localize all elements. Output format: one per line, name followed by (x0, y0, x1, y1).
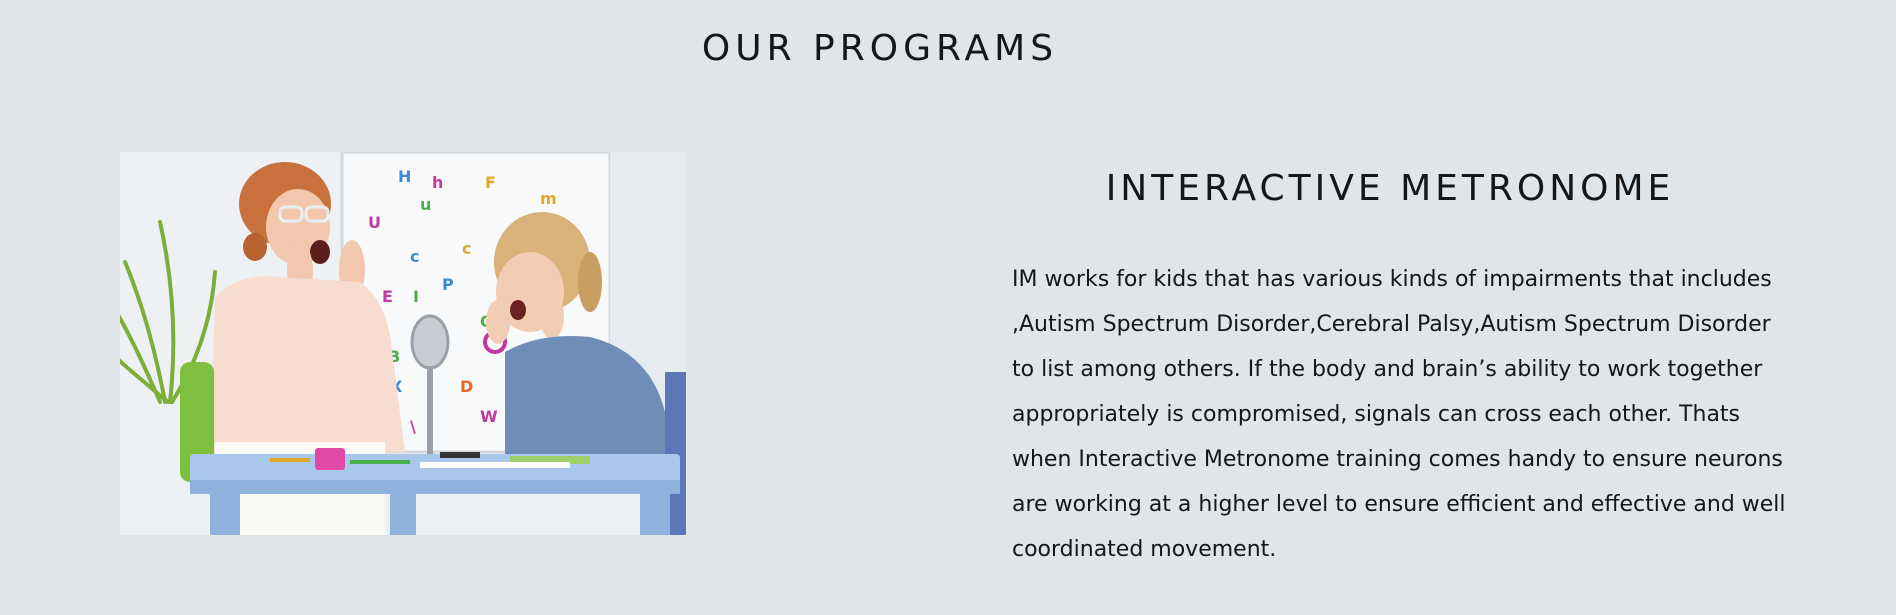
svg-text:I: I (413, 287, 419, 306)
section-title: OUR PROGRAMS (701, 28, 1059, 69)
svg-text:c: c (462, 239, 471, 258)
svg-text:U: U (368, 213, 381, 232)
program-title: INTERACTIVE METRONOME (1105, 168, 1675, 209)
svg-text:m: m (540, 189, 557, 208)
program-description: IM works for kids that has various kinds… (1012, 267, 1786, 562)
svg-text:F: F (485, 173, 496, 192)
svg-text:u: u (420, 195, 431, 214)
svg-text:h: h (432, 173, 443, 192)
svg-text:P: P (442, 275, 454, 294)
svg-text:H: H (398, 167, 411, 186)
svg-text:E: E (382, 287, 393, 306)
program-photo: H h F m U u c c z E I P P G B O X D W \ (120, 152, 686, 535)
svg-text:D: D (460, 377, 473, 396)
svg-text:c: c (410, 247, 419, 266)
svg-text:\: \ (410, 417, 416, 436)
svg-text:W: W (480, 407, 498, 426)
